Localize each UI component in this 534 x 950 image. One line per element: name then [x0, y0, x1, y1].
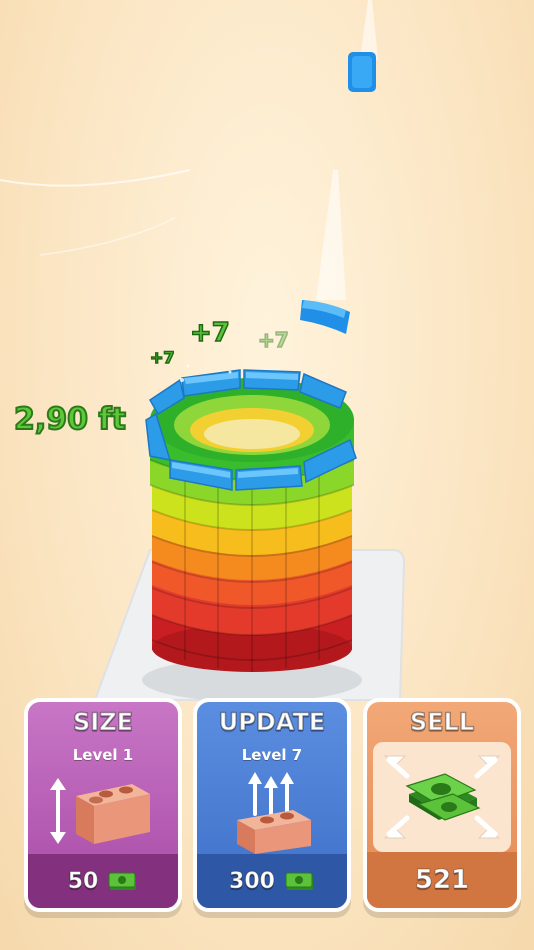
sell-card-title: SELL	[409, 707, 475, 737]
cash-icon	[285, 872, 313, 890]
update-card-price: 300	[229, 868, 276, 894]
update-card-level: Level 7	[241, 746, 303, 764]
brick-upgrade-icon	[197, 770, 347, 854]
sell-card-price: 521	[414, 865, 470, 896]
update-upgrade-card[interactable]: UPDATE Level 7 300	[193, 698, 351, 912]
tower-height-label: 2,90 ft	[13, 401, 127, 438]
size-card-price: 50	[67, 868, 99, 894]
cash-icon	[108, 872, 137, 890]
money-stack-icon	[373, 742, 511, 852]
brick-tower	[145, 369, 357, 672]
size-card-level: Level 1	[72, 746, 134, 764]
update-card-title: UPDATE	[218, 707, 326, 737]
size-upgrade-card[interactable]: SIZE Level 1 50	[24, 698, 182, 912]
score-popup-small: +7	[149, 347, 175, 368]
score-popup-large: +7	[189, 317, 230, 349]
falling-trail-2	[316, 170, 346, 300]
score-popup-faded: +7	[257, 327, 289, 353]
falling-trail	[360, 0, 378, 60]
brick-resize-icon	[28, 770, 178, 854]
sell-card[interactable]: SELL 521	[363, 698, 521, 912]
size-card-title: SIZE	[72, 707, 134, 737]
